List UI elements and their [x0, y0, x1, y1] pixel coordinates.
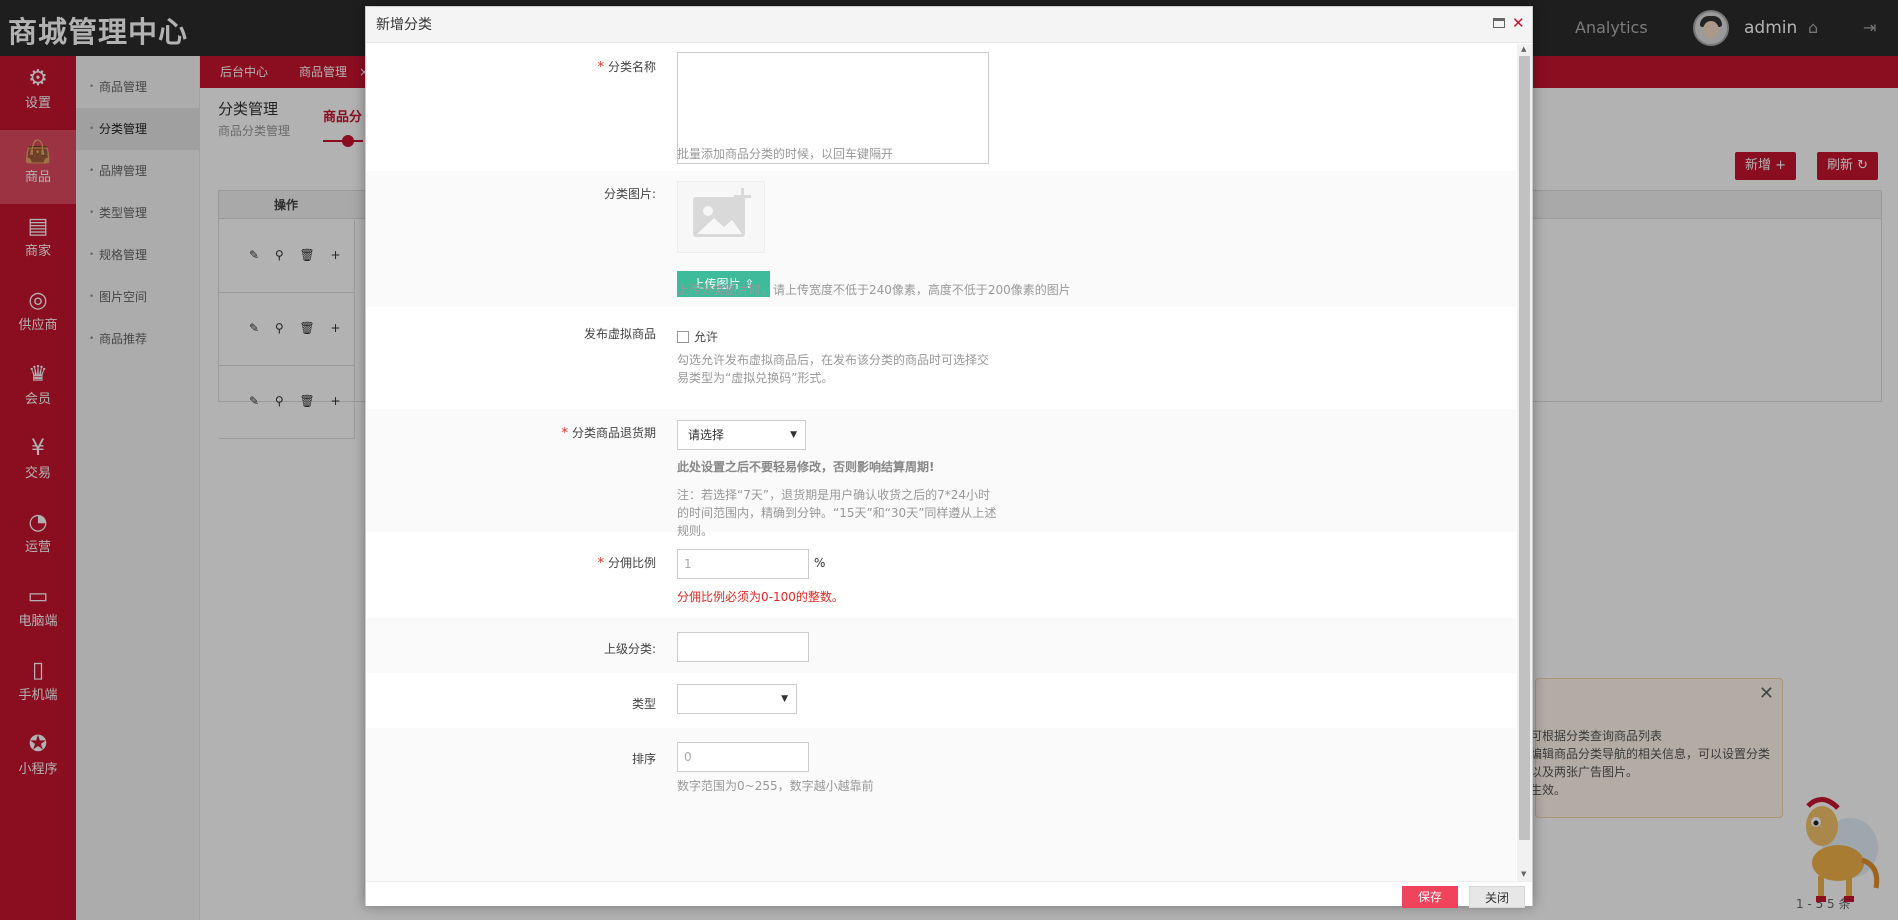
commission-label: * 分佣比例: [597, 556, 656, 571]
return-label: * 分类商品退货期: [561, 426, 656, 441]
virtual-hint: 勾选允许发布虚拟商品后，在发布该分类的商品时可选择交易类型为“虚拟兑换码”形式。: [677, 353, 990, 385]
form-row-commission: * 分佣比例 1 % 分佣比例必须为0-100的整数。: [366, 532, 1516, 618]
type-select[interactable]: ▼: [677, 684, 797, 714]
allow-virtual-label[interactable]: 允许: [694, 328, 718, 345]
form-row-parent: 上级分类:: [366, 618, 1516, 673]
name-hint: 批量添加商品分类的时候，以回车键隔开: [677, 147, 894, 161]
chevron-down-icon: ▼: [781, 694, 788, 704]
commission-unit: %: [814, 556, 826, 570]
sort-label: 排序: [631, 752, 656, 766]
save-button[interactable]: 保存: [1402, 886, 1458, 908]
form-row-name: * 分类名称 批量添加商品分类的时候，以回车键隔开: [366, 44, 1516, 171]
parent-label: 上级分类:: [603, 642, 656, 656]
commission-error: 分佣比例必须为0-100的整数。: [677, 590, 844, 604]
type-label: 类型: [631, 697, 656, 711]
name-label: * 分类名称: [597, 60, 656, 75]
commission-input[interactable]: 1: [677, 549, 809, 579]
dialog-body: * 分类名称 批量添加商品分类的时候，以回车键隔开 分类图片: 上传图片 ⇪ 上传…: [366, 44, 1516, 881]
return-period-select[interactable]: 请选择 ▼: [677, 420, 806, 450]
sort-input[interactable]: 0: [677, 742, 809, 772]
scroll-up-icon: ▲: [1521, 45, 1527, 53]
image-hint: 上传分类图片时，请上传宽度不低于240像素，高度不低于200像素的图片: [677, 283, 1071, 297]
close-button[interactable]: 关闭: [1469, 886, 1525, 908]
virtual-label: 发布虚拟商品: [583, 327, 656, 341]
dialog-footer: 保存 关闭: [366, 881, 1532, 908]
form-row-type: 类型 ▼: [366, 673, 1516, 728]
image-placeholder-icon: [677, 181, 765, 253]
parent-category-input[interactable]: [677, 632, 809, 662]
sort-hint: 数字范围为0~255，数字越小越靠前: [677, 779, 874, 793]
dialog-scrollbar[interactable]: ▲ ▼: [1517, 44, 1532, 881]
chevron-down-icon: ▼: [790, 430, 797, 440]
dialog-titlebar: 新增分类 ✕: [366, 7, 1532, 43]
maximize-icon[interactable]: [1493, 18, 1505, 28]
dialog-title: 新增分类: [376, 17, 432, 33]
form-row-sort: 排序 0 数字范围为0~255，数字越小越靠前: [366, 728, 1516, 881]
form-row-image: 分类图片: 上传图片 ⇪ 上传分类图片时，请上传宽度不低于240像素，高度不低于…: [366, 171, 1516, 307]
return-warning: 此处设置之后不要轻易修改，否则影响结算周期!: [677, 460, 935, 474]
form-row-return: * 分类商品退货期 请选择 ▼ 此处设置之后不要轻易修改，否则影响结算周期! 注：若…: [366, 409, 1516, 538]
image-label: 分类图片:: [603, 187, 656, 201]
add-category-dialog: 新增分类 ✕ * 分类名称 批量添加商品分类的时候，以回车键隔开 分类图片: 上传…: [365, 6, 1533, 908]
allow-virtual-checkbox[interactable]: [677, 331, 689, 343]
scrollbar-thumb[interactable]: [1519, 56, 1530, 840]
form-row-virtual: 发布虚拟商品 允许 勾选允许发布虚拟商品后，在发布该分类的商品时可选择交易类型为…: [366, 307, 1516, 409]
scroll-down-icon: ▼: [1521, 870, 1527, 878]
close-icon[interactable]: ✕: [1512, 14, 1525, 32]
